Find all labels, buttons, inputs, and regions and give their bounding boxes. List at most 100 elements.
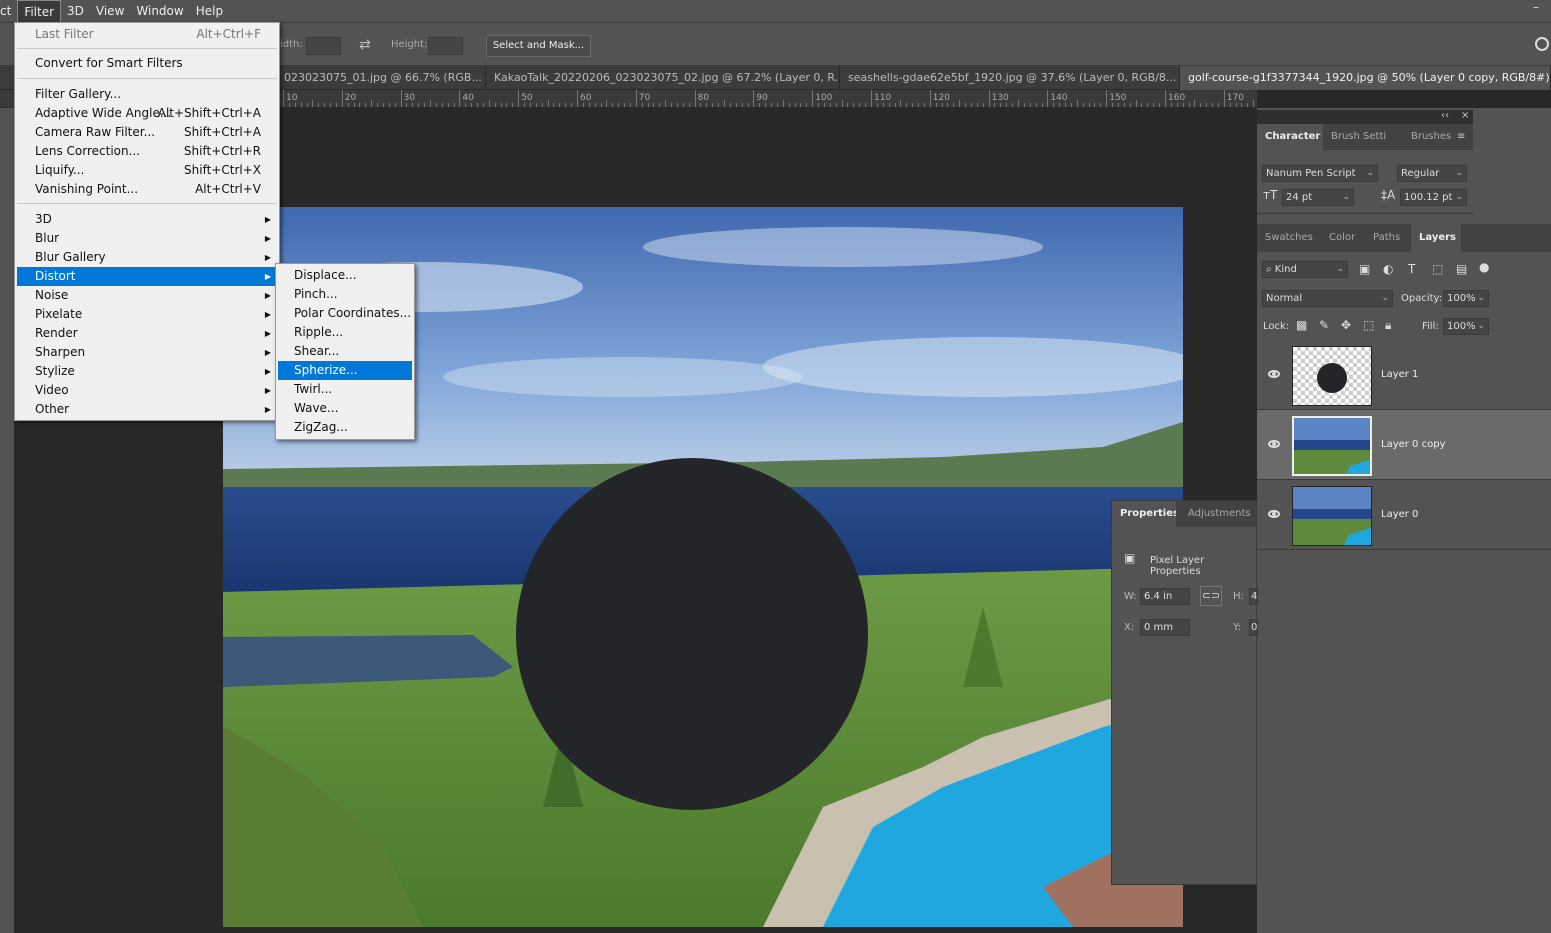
- ruler-minor-tick: [324, 103, 326, 107]
- menu-filter[interactable]: Filter: [17, 0, 62, 22]
- lock-artboard-icon[interactable]: ⬚: [1363, 318, 1374, 332]
- filter-toggle-icon[interactable]: ●: [1479, 260, 1489, 274]
- document-tab[interactable]: seashells-gdae62e5bf_1920.jpg @ 37.6% (L…: [840, 66, 1180, 90]
- document-tab[interactable]: 023023075_01.jpg @ 66.7% (RGB...×: [276, 66, 486, 90]
- tab-brush-settings[interactable]: Brush Setti: [1323, 124, 1413, 150]
- tab-color[interactable]: Color: [1321, 224, 1365, 252]
- document-tab-active[interactable]: golf-course-g1f3377344_1920.jpg @ 50% (L…: [1180, 66, 1551, 90]
- menu-item-render[interactable]: Render ▶: [17, 324, 277, 343]
- submenu-item-wave[interactable]: Wave...: [278, 399, 412, 418]
- menu-item-adaptive-wide-angle[interactable]: Adaptive Wide Angle... Alt+Shift+Ctrl+A: [17, 104, 277, 123]
- eye-icon[interactable]: [1268, 510, 1280, 518]
- font-family-select[interactable]: Nanum Pen Script ⌄: [1262, 165, 1378, 182]
- smart-object-filter-icon[interactable]: ▤: [1456, 262, 1467, 276]
- menu-item-video[interactable]: Video ▶: [17, 381, 277, 400]
- ruler-minor-tick: [959, 100, 961, 107]
- menu-item-pixelate[interactable]: Pixelate ▶: [17, 305, 277, 324]
- black-circle-shape[interactable]: [516, 458, 868, 810]
- submenu-item-twirl[interactable]: Twirl...: [278, 380, 412, 399]
- menu-item-distort[interactable]: Distort ▶: [17, 267, 277, 286]
- leading-select[interactable]: 100.12 pt ⌄: [1400, 189, 1467, 206]
- ruler-major-tick: [400, 90, 402, 107]
- ruler-minor-tick: [300, 103, 302, 107]
- fill-input[interactable]: 100% ⌄: [1443, 318, 1489, 335]
- type-filter-icon[interactable]: T: [1408, 262, 1415, 276]
- photo-thumbnail: [1294, 418, 1370, 474]
- eye-icon[interactable]: [1268, 370, 1280, 378]
- submenu-item-shear[interactable]: Shear...: [278, 342, 412, 361]
- lock-transparent-icon[interactable]: ▩: [1296, 318, 1307, 332]
- menu-item-stylize[interactable]: Stylize ▶: [17, 362, 277, 381]
- layer-row-layer-1[interactable]: Layer 1: [1257, 340, 1551, 410]
- submenu-item-spherize[interactable]: Spherize...: [278, 361, 412, 380]
- select-and-mask-button[interactable]: Select and Mask...: [486, 35, 591, 57]
- width-input[interactable]: [306, 37, 341, 55]
- layer-filter-kind-select[interactable]: ⌕ Kind ⌄: [1262, 261, 1348, 278]
- menu-item-3d[interactable]: 3D ▶: [17, 210, 277, 229]
- menu-item-blur-gallery[interactable]: Blur Gallery ▶: [17, 248, 277, 267]
- ruler-minor-tick: [535, 103, 537, 107]
- ruler-minor-tick: [1123, 103, 1125, 107]
- font-size-select[interactable]: 24 pt ⌄: [1282, 189, 1354, 206]
- tab-swatches[interactable]: Swatches: [1257, 224, 1321, 252]
- pixel-layer-filter-icon[interactable]: ▣: [1359, 262, 1370, 276]
- search-icon[interactable]: [1535, 37, 1549, 51]
- x-input[interactable]: 0 mm: [1140, 619, 1190, 636]
- adjustment-filter-icon[interactable]: ◐: [1383, 262, 1393, 276]
- menu-item-blur[interactable]: Blur ▶: [17, 229, 277, 248]
- eye-icon[interactable]: [1268, 440, 1280, 448]
- menu-help[interactable]: Help: [190, 0, 229, 22]
- menu-item-sharpen[interactable]: Sharpen ▶: [17, 343, 277, 362]
- tab-properties[interactable]: Properties: [1112, 501, 1176, 527]
- menu-item-last-filter[interactable]: Last Filter Alt+Ctrl+F: [17, 25, 277, 44]
- chevron-down-icon: ⌄: [1342, 192, 1350, 202]
- menu-item-liquify[interactable]: Liquify... Shift+Ctrl+X: [17, 161, 277, 180]
- height-input[interactable]: [428, 37, 463, 55]
- submenu-item-ripple[interactable]: Ripple...: [278, 323, 412, 342]
- menu-view[interactable]: View: [90, 0, 130, 22]
- tab-brushes[interactable]: Brushes: [1403, 124, 1457, 150]
- lock-pixels-icon[interactable]: ✎: [1319, 318, 1329, 332]
- menu-3d[interactable]: 3D: [61, 0, 90, 22]
- opacity-input[interactable]: 100% ⌄: [1443, 290, 1489, 307]
- submenu-item-polar-coordinates[interactable]: Polar Coordinates...: [278, 304, 412, 323]
- menu-item-lens-correction[interactable]: Lens Correction... Shift+Ctrl+R: [17, 142, 277, 161]
- minimize-icon[interactable]: –: [1529, 0, 1543, 14]
- ruler-minor-tick: [424, 103, 426, 107]
- menu-item-vanishing-point[interactable]: Vanishing Point... Alt+Ctrl+V: [17, 180, 277, 199]
- submenu-item-zigzag[interactable]: ZigZag...: [278, 418, 412, 437]
- panel-menu-icon[interactable]: ≡: [1457, 131, 1467, 142]
- link-icon[interactable]: ⊂⊃: [1200, 586, 1222, 606]
- swap-icon[interactable]: ⇄: [356, 36, 374, 54]
- document-tab[interactable]: KakaoTalk_20220206_023023075_02.jpg @ 67…: [486, 66, 840, 90]
- tab-adjustments[interactable]: Adjustments: [1180, 501, 1256, 527]
- submenu-item-pinch[interactable]: Pinch...: [278, 285, 412, 304]
- y-input[interactable]: 0: [1249, 619, 1258, 636]
- menu-item-filter-gallery[interactable]: Filter Gallery...: [17, 85, 277, 104]
- layer-row-layer-0[interactable]: Layer 0: [1257, 480, 1551, 550]
- menu-window[interactable]: Window: [130, 0, 189, 22]
- layer-row-layer-0-copy[interactable]: Layer 0 copy: [1257, 410, 1551, 480]
- menu-item-convert-smart-filters[interactable]: Convert for Smart Filters: [17, 54, 277, 73]
- width-input[interactable]: 6.4 in: [1140, 588, 1190, 605]
- tab-paths[interactable]: Paths: [1365, 224, 1411, 252]
- submenu-item-displace[interactable]: Displace...: [278, 266, 412, 285]
- ruler-minor-tick: [359, 103, 361, 107]
- shape-filter-icon[interactable]: ⬚: [1432, 262, 1443, 276]
- menu-item-other[interactable]: Other ▶: [17, 400, 277, 419]
- height-input[interactable]: 4: [1249, 588, 1258, 605]
- menu-item-camera-raw-filter[interactable]: Camera Raw Filter... Shift+Ctrl+A: [17, 123, 277, 142]
- collapse-icon[interactable]: ‹‹: [1441, 110, 1449, 121]
- menu-item-noise[interactable]: Noise ▶: [17, 286, 277, 305]
- tab-layers[interactable]: Layers: [1411, 224, 1461, 252]
- menu-item-label: Other: [35, 402, 70, 416]
- menu-select-partial[interactable]: ct: [0, 0, 17, 22]
- blend-mode-select[interactable]: Normal ⌄: [1262, 290, 1393, 307]
- close-icon[interactable]: ×: [1461, 110, 1469, 121]
- lock-position-icon[interactable]: ✥: [1341, 318, 1351, 332]
- ruler-minor-tick: [800, 103, 802, 107]
- font-style-select[interactable]: Regular ⌄: [1397, 165, 1467, 182]
- tab-character[interactable]: Character: [1257, 124, 1323, 150]
- ruler-major-tick: [812, 90, 814, 107]
- lock-all-icon[interactable]: 🔒︎: [1385, 318, 1391, 333]
